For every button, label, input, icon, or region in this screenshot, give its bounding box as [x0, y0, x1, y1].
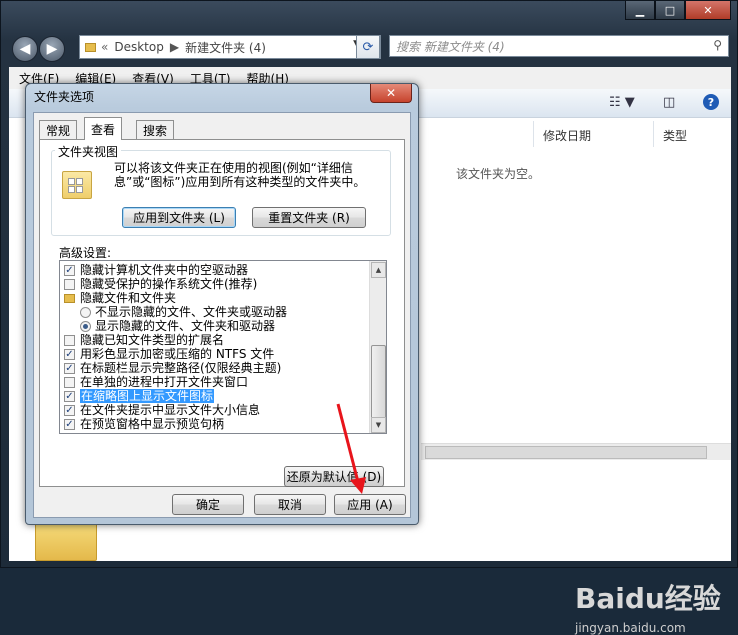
search-placeholder: 搜索 新建文件夹 (4) [396, 39, 505, 54]
setting-group: 隐藏文件和文件夹 [64, 291, 176, 305]
setting-label: 显示隐藏的文件、文件夹和驱动器 [95, 319, 276, 333]
vertical-scrollbar[interactable]: ▲ ▼ [369, 261, 386, 433]
folder-icon [64, 293, 75, 303]
setting-row[interactable]: 隐藏受保护的操作系统文件(推荐) [64, 277, 257, 291]
empty-folder-message: 该文件夹为空。 [456, 167, 541, 181]
close-window-button[interactable]: ✕ [685, 1, 731, 20]
folder-view-group: 文件夹视图 可以将该文件夹正在使用的视图(例如“详细信息”或“图标”)应用到所有… [51, 143, 391, 236]
setting-label: 不显示隐藏的文件、文件夹或驱动器 [95, 305, 288, 319]
reset-folders-button[interactable]: 重置文件夹 (R) [252, 207, 366, 228]
dialog-close-button[interactable]: ✕ [370, 84, 412, 103]
column-header-type[interactable]: 类型 [663, 127, 687, 144]
cancel-button[interactable]: 取消 [254, 494, 326, 515]
scroll-down-icon[interactable]: ▼ [371, 417, 386, 433]
folder-icon [85, 42, 96, 52]
setting-row[interactable]: 不显示隐藏的文件、文件夹或驱动器 [80, 305, 287, 319]
preview-pane-icon[interactable]: ◫ [663, 95, 675, 110]
setting-label: 在文件夹提示中显示文件大小信息 [80, 403, 261, 417]
refresh-button[interactable]: ⟳ [356, 35, 380, 59]
column-divider[interactable] [653, 121, 654, 147]
setting-row[interactable]: ✓ 隐藏计算机文件夹中的空驱动器 [64, 263, 248, 277]
column-header-date[interactable]: 修改日期 [543, 127, 591, 144]
breadcrumb-desktop[interactable]: Desktop [114, 40, 164, 54]
checkbox[interactable] [64, 334, 75, 346]
breadcrumb-arrow-icon[interactable]: ▶ [170, 40, 179, 54]
minimize-button[interactable]: ▁ [625, 1, 655, 20]
folder-view-description: 可以将该文件夹正在使用的视图(例如“详细信息”或“图标”)应用到所有这种类型的文… [114, 161, 366, 189]
watermark-url: jingyan.baidu.com [575, 621, 686, 635]
checkbox[interactable]: ✓ [64, 404, 75, 416]
setting-row[interactable]: 显示隐藏的文件、文件夹和驱动器 [80, 319, 275, 333]
restore-defaults-button[interactable]: 还原为默认值 (D) [284, 466, 384, 487]
dialog-body: 常规 查看 搜索 文件夹视图 可以将该文件夹正在使用的视图(例如“详细信息”或“… [33, 112, 411, 518]
setting-row[interactable]: ✓ 在标题栏显示完整路径(仅限经典主题) [64, 361, 281, 375]
setting-row[interactable]: ✓ 在文件夹提示中显示文件大小信息 [64, 403, 260, 417]
setting-row[interactable]: 隐藏已知文件类型的扩展名 [64, 333, 224, 347]
scroll-up-icon[interactable]: ▲ [371, 262, 386, 278]
setting-row[interactable]: ✓ 用彩色显示加密或压缩的 NTFS 文件 [64, 347, 274, 361]
advanced-settings-label: 高级设置: [59, 246, 112, 260]
scrollbar-thumb[interactable] [425, 446, 707, 459]
apply-button[interactable]: 应用 (A) [334, 494, 406, 515]
radio-button[interactable] [80, 320, 91, 332]
maximize-button[interactable]: □ [655, 1, 685, 20]
address-bar[interactable]: « Desktop ▶ 新建文件夹 (4) ▼ [79, 35, 381, 59]
watermark-logo: Baidu经验 [575, 582, 721, 615]
radio-button[interactable] [80, 306, 91, 318]
checkbox[interactable]: ✓ [64, 264, 75, 276]
tab-general[interactable]: 常规 [39, 120, 78, 139]
apply-to-folders-button[interactable]: 应用到文件夹 (L) [122, 207, 236, 228]
checkbox[interactable] [64, 376, 75, 388]
setting-label: 在缩略图上显示文件图标 [80, 389, 215, 403]
folder-options-dialog: 文件夹选项 ✕ 常规 查看 搜索 文件夹视图 可以将该文件夹正在使用的视图(例如… [25, 83, 419, 525]
setting-label: 隐藏已知文件类型的扩展名 [80, 333, 225, 347]
horizontal-scrollbar[interactable] [421, 443, 731, 460]
breadcrumb-chevron-icon: « [101, 40, 109, 54]
folder-view-icon [62, 171, 92, 199]
setting-label: 在单独的进程中打开文件夹窗口 [80, 375, 249, 389]
checkbox[interactable]: ✓ [64, 390, 75, 402]
checkbox[interactable]: ✓ [64, 418, 75, 430]
setting-row-selected[interactable]: ✓ 在缩略图上显示文件图标 [64, 389, 215, 403]
back-button[interactable]: ◀ [12, 36, 38, 62]
advanced-settings-list: ✓ 隐藏计算机文件夹中的空驱动器 隐藏受保护的操作系统文件(推荐) 隐藏文件和文… [59, 260, 387, 434]
setting-label: 用彩色显示加密或压缩的 NTFS 文件 [80, 347, 275, 361]
ok-button[interactable]: 确定 [172, 494, 244, 515]
group-title: 文件夹视图 [55, 143, 122, 160]
dialog-title: 文件夹选项 [34, 90, 95, 104]
scrollbar-thumb[interactable] [371, 345, 386, 419]
view-tab-panel: 文件夹视图 可以将该文件夹正在使用的视图(例如“详细信息”或“图标”)应用到所有… [39, 139, 405, 487]
forward-button[interactable]: ▶ [39, 36, 65, 62]
search-icon[interactable]: ⚲ [713, 38, 722, 52]
setting-label: 隐藏受保护的操作系统文件(推荐) [80, 277, 258, 291]
tab-view[interactable]: 查看 [84, 117, 123, 140]
search-input[interactable]: 搜索 新建文件夹 (4) ⚲ [389, 35, 729, 57]
setting-label: 在标题栏显示完整路径(仅限经典主题) [80, 361, 282, 375]
help-icon[interactable]: ? [703, 94, 719, 110]
setting-label: 隐藏计算机文件夹中的空驱动器 [80, 263, 249, 277]
window-controls: ▁ □ ✕ [625, 1, 731, 20]
setting-row[interactable]: ✓ 在预览窗格中显示预览句柄 [64, 417, 224, 431]
view-options-icon[interactable]: ☷ ▼ [609, 95, 635, 110]
setting-row[interactable]: 在单独的进程中打开文件夹窗口 [64, 375, 248, 389]
setting-label: 隐藏文件和文件夹 [80, 291, 177, 305]
tab-search[interactable]: 搜索 [136, 120, 175, 139]
setting-label: 在预览窗格中显示预览句柄 [80, 417, 225, 431]
column-divider[interactable] [533, 121, 534, 147]
checkbox[interactable]: ✓ [64, 362, 75, 374]
checkbox[interactable] [64, 278, 75, 290]
folder-thumbnail-icon [35, 521, 97, 561]
checkbox[interactable]: ✓ [64, 348, 75, 360]
breadcrumb-current-folder[interactable]: 新建文件夹 (4) [185, 39, 266, 56]
